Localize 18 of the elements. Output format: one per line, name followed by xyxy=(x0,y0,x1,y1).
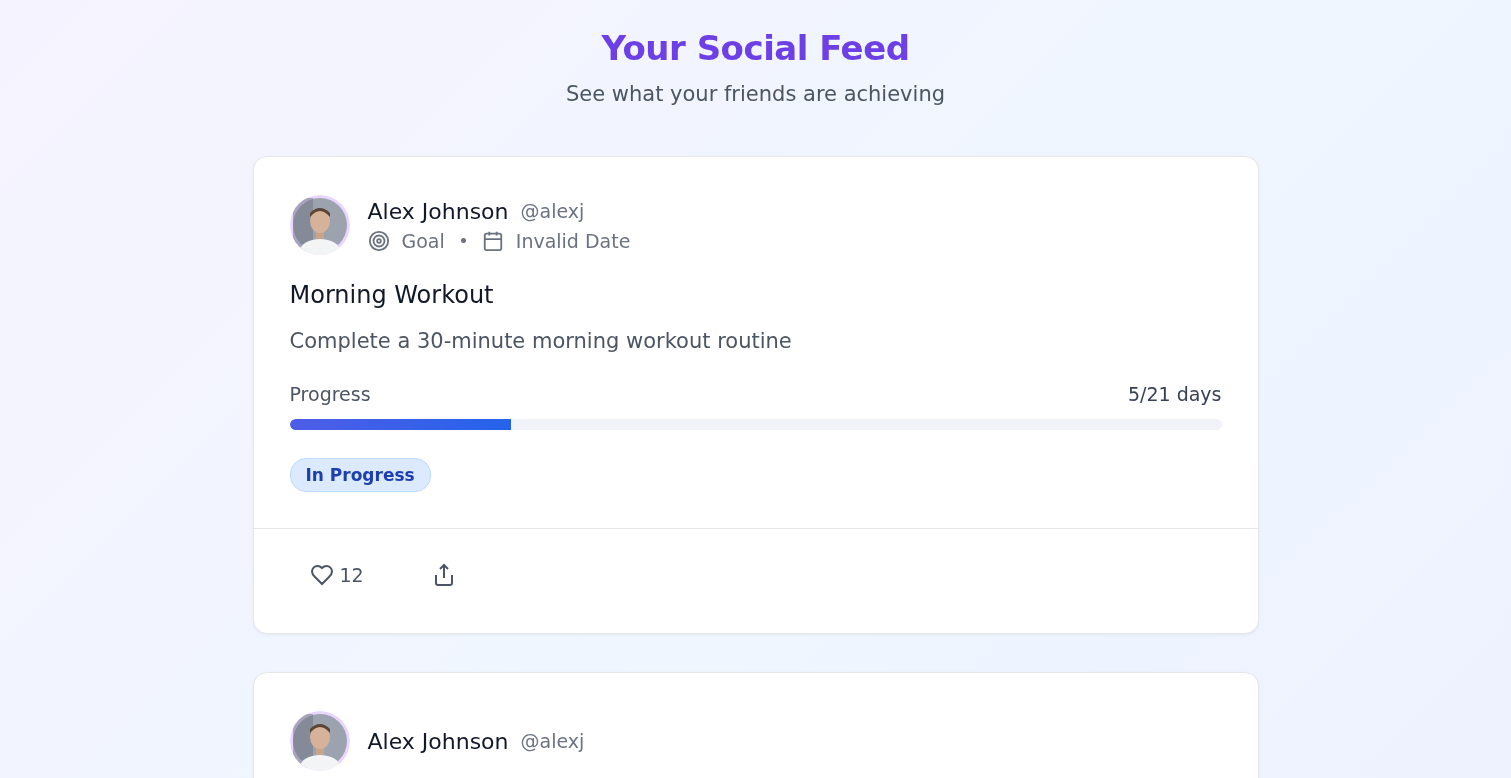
progress-label: Progress xyxy=(289,383,371,405)
page-subtitle: See what your friends are achieving xyxy=(565,82,946,106)
status-badge: In Progress xyxy=(289,458,431,492)
target-icon xyxy=(367,229,390,252)
separator-dot xyxy=(460,238,466,243)
progress-reading: 5/21 days xyxy=(1127,383,1222,405)
post-description: Complete a 30-minute morning workout routine xyxy=(289,329,793,353)
user-name: Alex Johnson xyxy=(367,198,509,224)
user-handle: @alexj xyxy=(520,730,585,752)
heart-icon xyxy=(309,563,334,587)
post-title: Morning Workout xyxy=(289,281,495,309)
user-handle: @alexj xyxy=(520,200,585,222)
post-type: Goal xyxy=(401,229,445,252)
user-name: Alex Johnson xyxy=(367,728,509,754)
like-button[interactable]: 12 xyxy=(305,559,368,591)
post-date: Invalid Date xyxy=(515,229,631,252)
calendar-icon xyxy=(481,229,504,252)
page-title: Your Social Feed xyxy=(601,28,910,68)
